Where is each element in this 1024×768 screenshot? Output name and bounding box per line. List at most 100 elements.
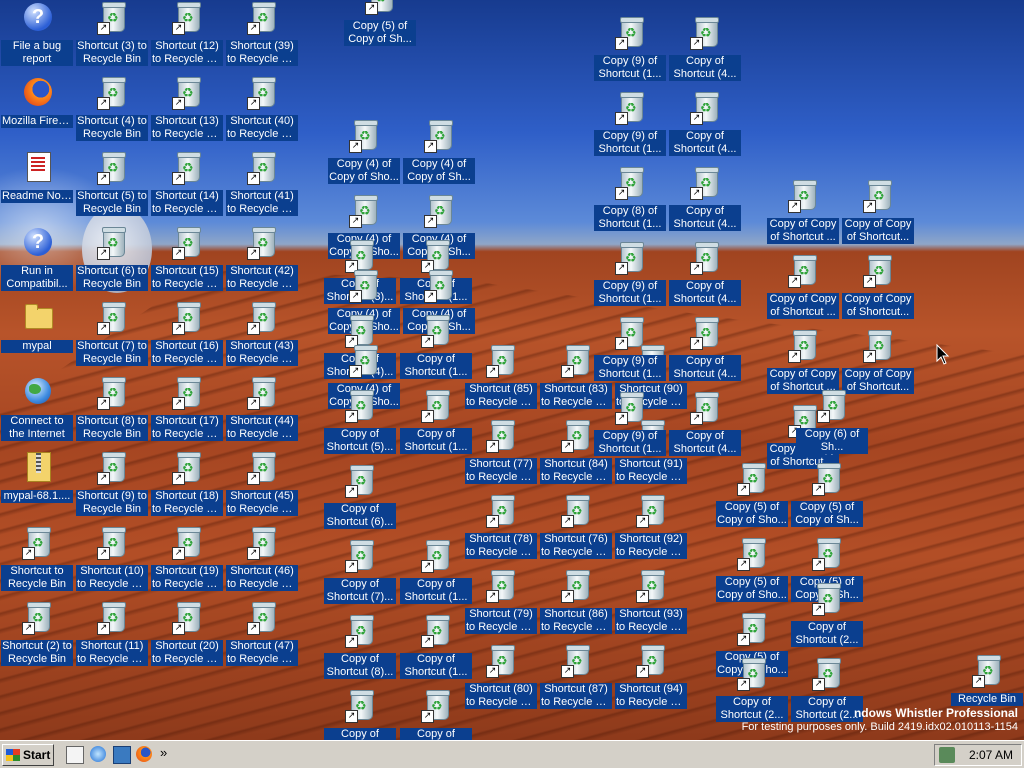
desktop-icon[interactable]: ↗ Shortcut (44)to Recycle Bin (225, 377, 299, 447)
desktop[interactable]: ? File a bug report Mozilla Firefox Readme N… (0, 0, 1024, 740)
label-line-2: to Recycle Bin (466, 471, 536, 483)
desktop-icon[interactable]: ↗ Shortcut (94)to Recycle Bin (614, 645, 688, 715)
desktop-icon[interactable]: ↗ Copy of Copyof Shortcut ... (766, 255, 840, 325)
desktop-icon[interactable]: ↗ Copy ofShortcut (1... (399, 615, 473, 685)
icon-image: ↗ (615, 167, 647, 201)
desktop-icon[interactable]: ↗ Copy ofShortcut (7)... (323, 540, 397, 610)
desktop-icon[interactable]: ↗ Copy (5) ofCopy of Sho... (715, 538, 789, 608)
start-button[interactable]: Start (2, 744, 54, 766)
desktop-icon[interactable]: Mozilla Firefox (0, 77, 74, 147)
desktop-icon[interactable]: ↗ Shortcut (10)to Recycle Bin (75, 527, 149, 597)
desktop-icon[interactable]: Readme Notes (0, 152, 74, 222)
desktop-icon[interactable]: ? File a bug report (0, 2, 74, 72)
desktop-icon[interactable]: ↗ Shortcut (12)to Recycle Bin (150, 2, 224, 72)
desktop-icon[interactable]: ↗ Shortcut (46)to Recycle Bin (225, 527, 299, 597)
desktop-icon[interactable]: ↗ Shortcut (80)to Recycle Bin (464, 645, 538, 715)
label-line-1: Copy of (686, 205, 724, 217)
desktop-icon[interactable]: ↗ Copy ofShortcut (1... (399, 540, 473, 610)
desktop-icon[interactable]: ↗ Copy ofShortcut (4... (668, 392, 742, 462)
quick-launch-chevron[interactable]: » (160, 745, 172, 761)
desktop-icon[interactable]: ↗ Copy of Copyof Shortcut ... (766, 180, 840, 250)
desktop-icon[interactable]: ↗ Copy of (323, 690, 397, 740)
desktop-icon[interactable]: ↗ Shortcut (42)to Recycle Bin (225, 227, 299, 297)
desktop-icon[interactable]: ↗ Copy (4) ofCopy of Sho... (327, 120, 401, 190)
desktop-icon[interactable]: ↗ Shortcut (4) toRecycle Bin (75, 77, 149, 147)
desktop-icon[interactable]: ↗ Copy (9) ofShortcut (1... (593, 92, 667, 162)
desktop-icon[interactable]: ↗ Copy of Copyof Shortcut... (841, 180, 915, 250)
desktop-icon[interactable]: ↗ Shortcut (43)to Recycle Bin (225, 302, 299, 372)
clock[interactable]: 2:07 AM (969, 748, 1013, 762)
desktop-icon[interactable]: Connect to the Internet (0, 377, 74, 447)
desktop-icon[interactable]: ? Run in Compatibil... (0, 227, 74, 297)
firefox-icon[interactable] (136, 746, 152, 762)
label-line-2: to Recycle Bin (152, 203, 222, 215)
desktop-icon[interactable]: ↗ Shortcut (39)to Recycle Bin (225, 2, 299, 72)
desktop-icon[interactable]: ↗ Copy ofShortcut (4... (668, 317, 742, 387)
desktop-icon[interactable]: ↗ Copy (8) ofShortcut (1... (593, 167, 667, 237)
shortcut-arrow-icon: ↗ (247, 472, 260, 485)
desktop-icon[interactable]: ↗ Shortcut (6) toRecycle Bin (75, 227, 149, 297)
desktop-icon[interactable]: ↗ Shortcut (20)to Recycle Bin (150, 602, 224, 672)
desktop-icon[interactable]: ↗ Shortcut (3) toRecycle Bin (75, 2, 149, 72)
icon-image: ↗ (247, 527, 279, 561)
desktop-icon[interactable]: ↗ Shortcut (85)to Recycle Bin (464, 345, 538, 415)
show-desktop-icon[interactable] (66, 746, 84, 764)
desktop-icon[interactable]: ↗ Copy (6) ofSh... (795, 390, 869, 460)
desktop-icon-label: Shortcut (47) to Recycle Bin (226, 640, 298, 666)
desktop-icon[interactable]: ↗ Copy ofShortcut (4... (668, 92, 742, 162)
desktop-icon[interactable]: ↗ Shortcut toRecycle Bin (0, 527, 74, 597)
desktop-icon[interactable]: ↗ Shortcut (76)to Recycle Bin (539, 495, 613, 565)
desktop-icon[interactable]: ↗ Shortcut (8) toRecycle Bin (75, 377, 149, 447)
label-line-2: to Recycle Bin (541, 471, 611, 483)
desktop-icon[interactable]: ↗ Copy (9) ofShortcut (1... (593, 317, 667, 387)
desktop-icon[interactable]: ↗ Copy ofShortcut (1... (399, 390, 473, 460)
desktop-icon[interactable]: ↗ Copy ofShortcut (6)... (323, 465, 397, 535)
desktop-icon[interactable]: ↗ Shortcut (18)to Recycle Bin (150, 452, 224, 522)
desktop-icon[interactable]: ↗ Shortcut (9) toRecycle Bin (75, 452, 149, 522)
desktop-icon[interactable]: ↗ Copy (9) ofShortcut (1... (593, 17, 667, 87)
desktop-icon[interactable]: ↗ Copy ofShortcut (4... (668, 167, 742, 237)
desktop-icon[interactable]: ↗ Copy (5) ofCopy of Sh... (343, 0, 417, 52)
desktop-icon[interactable]: ↗ Copy of (399, 690, 473, 740)
desktop-icon[interactable]: ↗ Shortcut (17)to Recycle Bin (150, 377, 224, 447)
desktop-icon[interactable]: ↗ Copy (9) ofShortcut (1... (593, 242, 667, 312)
desktop-icon[interactable]: ↗ Copy ofShortcut (4... (668, 242, 742, 312)
desktop-icon[interactable]: ↗ Copy (4) ofCopy of Sh... (402, 120, 476, 190)
desktop-icon[interactable]: ↗ Shortcut (16)to Recycle Bin (150, 302, 224, 372)
desktop-icon[interactable]: ↗ Shortcut (92)to Recycle Bin (614, 495, 688, 565)
internet-explorer-icon[interactable] (90, 746, 106, 762)
network-icon[interactable] (939, 747, 955, 763)
desktop-icon[interactable]: ↗ Shortcut (40)to Recycle Bin (225, 77, 299, 147)
desktop-icon[interactable]: mypal (0, 302, 74, 372)
desktop-icon[interactable]: ↗ Copy ofShortcut (8)... (323, 615, 397, 685)
desktop-icon[interactable]: ↗ Copy ofShortcut (4... (668, 17, 742, 87)
desktop-icon[interactable]: ↗ Copy of Copyof Shortcut... (841, 255, 915, 325)
desktop-icon[interactable]: ↗ Shortcut (11)to Recycle Bin (75, 602, 149, 672)
media-player-icon[interactable] (113, 746, 131, 764)
desktop-icon[interactable]: ↗ Copy ofShortcut (1... (399, 315, 473, 385)
desktop-icon[interactable]: ↗ Shortcut (77)to Recycle Bin (464, 420, 538, 490)
desktop-icon[interactable]: ↗ Shortcut (19)to Recycle Bin (150, 527, 224, 597)
desktop-icon[interactable]: ↗ Shortcut (47)to Recycle Bin (225, 602, 299, 672)
desktop-icon[interactable]: mypal-68.1.... (0, 452, 74, 522)
desktop-icon[interactable]: ↗ Shortcut (45)to Recycle Bin (225, 452, 299, 522)
desktop-icon[interactable]: ↗ Shortcut (86)to Recycle Bin (539, 570, 613, 640)
desktop-icon[interactable]: ↗ Shortcut (2) toRecycle Bin (0, 602, 74, 672)
desktop-icon[interactable]: ↗ Copy (5) ofCopy of Sho... (715, 463, 789, 533)
desktop-icon[interactable]: ↗ Copy ofShortcut (5)... (323, 390, 397, 460)
desktop-icon[interactable]: ↗ Shortcut (15)to Recycle Bin (150, 227, 224, 297)
desktop-icon[interactable]: ↗ Copy ofShortcut (2... (790, 583, 864, 653)
desktop-icon[interactable]: ↗ Shortcut (79)to Recycle Bin (464, 570, 538, 640)
desktop-icon[interactable]: ↗ Copy (9) ofShortcut (1... (593, 392, 667, 462)
desktop-icon[interactable]: ↗ Shortcut (5) toRecycle Bin (75, 152, 149, 222)
desktop-icon[interactable]: ↗ Shortcut (7) toRecycle Bin (75, 302, 149, 372)
desktop-icon[interactable]: ↗ Shortcut (41)to Recycle Bin (225, 152, 299, 222)
desktop-icon-label: Copy (6) of Sh... (796, 428, 868, 454)
desktop-icon[interactable]: ↗ Shortcut (93)to Recycle Bin (614, 570, 688, 640)
desktop-icon[interactable]: ↗ Shortcut (87)to Recycle Bin (539, 645, 613, 715)
desktop-icon[interactable]: ↗ Shortcut (78)to Recycle Bin (464, 495, 538, 565)
label-line-2: Copy of Sh... (795, 514, 859, 526)
desktop-icon[interactable]: ↗ Shortcut (14)to Recycle Bin (150, 152, 224, 222)
desktop-icon[interactable]: ↗ Copy (5) ofCopy of Sh... (790, 463, 864, 533)
desktop-icon[interactable]: ↗ Shortcut (13)to Recycle Bin (150, 77, 224, 147)
